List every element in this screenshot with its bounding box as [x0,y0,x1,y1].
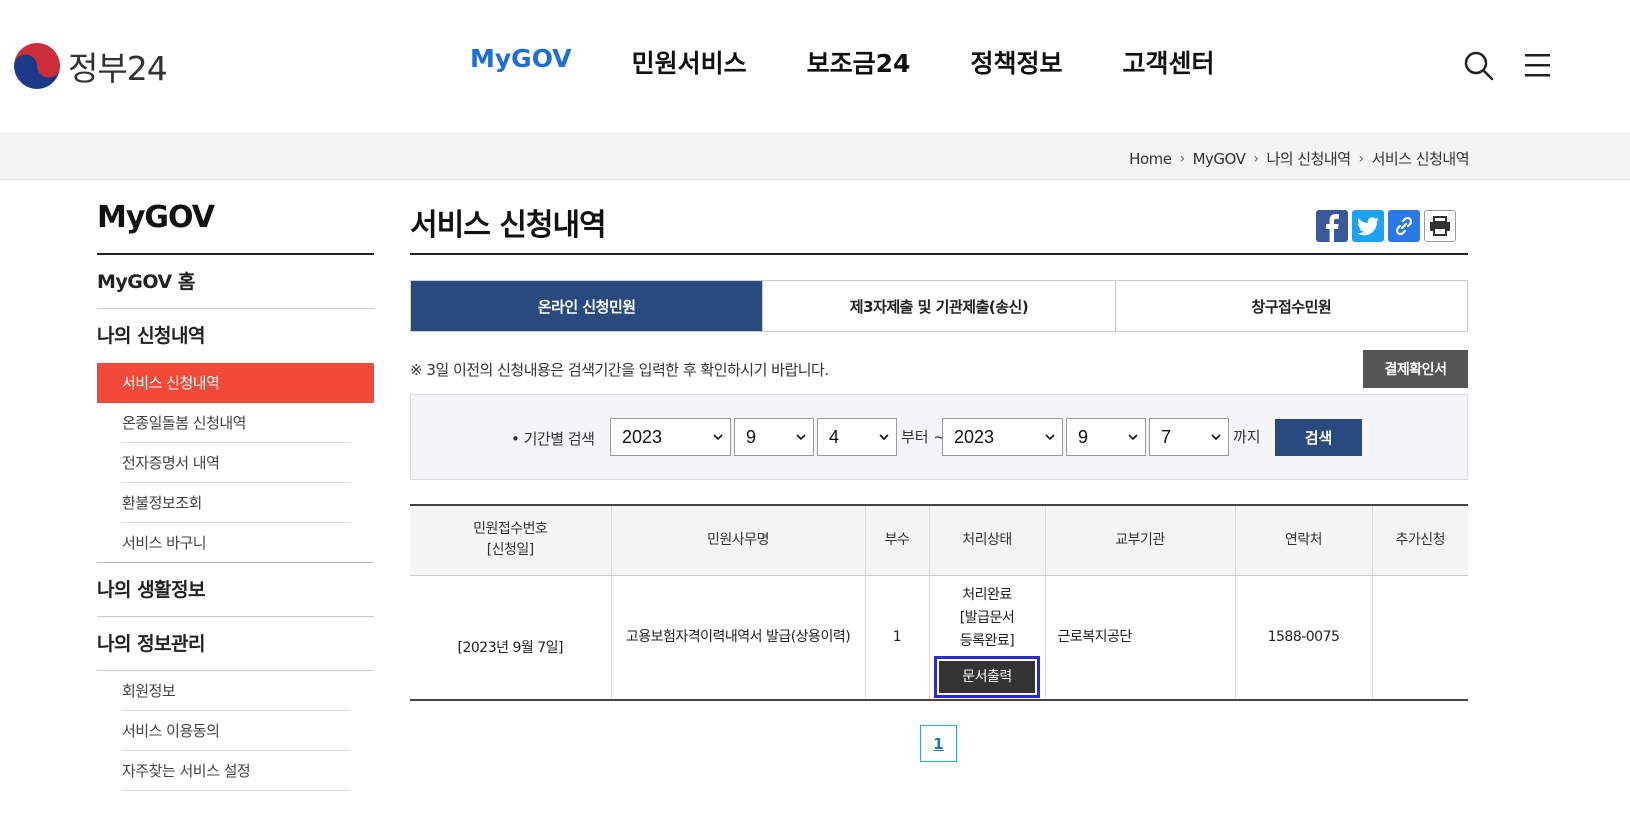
header-status: 처리상태 [929,505,1046,576]
pagination-page[interactable]: 1 [920,725,957,762]
search-notice: ※ 3일 이전의 신청내용은 검색기간을 입력한 후 확인하시기 바랍니다. [410,361,829,379]
from-text: 부터 ~ [901,428,946,446]
page-title: 서비스 신청내역 [410,200,1468,255]
logo-text: 정부24 [68,49,168,88]
application-tabs: 온라인 신청민원 제3자제출 및 기관제출(송신) 창구접수민원 [410,280,1468,332]
period-search-label: • 기간별 검색 [511,430,595,448]
from-year-select[interactable]: 2023 [610,418,731,456]
breadcrumb-current: 서비스 신청내역 [1371,150,1470,168]
header-receipt-no: 민원접수번호 [신청일] [410,505,612,576]
payment-confirmation-button[interactable]: 결제확인서 [1363,350,1468,388]
breadcrumb-mygov[interactable]: MyGOV [1193,150,1246,168]
sidebar-item-allday-care[interactable]: 온종일돌봄 신청내역 [97,403,374,443]
search-icon[interactable] [1463,50,1495,82]
cell-additional [1372,575,1468,700]
sidebar-item-favorite-services[interactable]: 자주찾는 서비스 설정 [97,751,374,791]
cell-contact: 1588-0075 [1235,575,1373,700]
breadcrumb-home[interactable]: Home [1129,150,1172,168]
status-line3: 등록완료] [959,633,1015,650]
link-icon[interactable] [1388,210,1420,242]
from-month-select[interactable]: 9 [734,418,814,456]
header-service-name: 민원사무명 [611,505,866,576]
applications-table: 민원접수번호 [신청일] 민원사무명 부수 처리상태 교부기관 연락처 추가신청 … [410,504,1468,701]
period-search-box: • 기간별 검색 2023 9 4 부터 ~ 2023 9 7 까지 검색 [410,394,1468,480]
to-day-select[interactable]: 7 [1149,418,1229,456]
to-year-value: 2023 [954,427,995,447]
nav-mygov[interactable]: MyGOV [470,44,572,80]
print-document-button[interactable]: 문서출력 [934,656,1040,699]
sidebar-item-service-applications[interactable]: 서비스 신청내역 [97,363,374,403]
cell-status: 처리완료 [발급문서 등록완료] 문서출력 [929,575,1046,700]
header-additional: 추가신청 [1372,505,1468,576]
sidebar-item-mygov-home[interactable]: MyGOV 홈 [97,255,374,309]
sidebar-group-info-management[interactable]: 나의 정보관리 [97,617,374,671]
to-month-select[interactable]: 9 [1066,418,1146,456]
sidebar: MyGOV MyGOV 홈 나의 신청내역 서비스 신청내역 온종일돌봄 신청내… [97,200,374,791]
chevron-down-icon [1211,434,1221,441]
chevron-right-icon: › [1253,150,1259,167]
tab-third-party-submission[interactable]: 제3자제출 및 기관제출(송신) [763,281,1116,331]
taegeuk-logo-icon [14,43,60,89]
tab-counter-applications[interactable]: 창구접수민원 [1115,281,1467,331]
from-day-value: 4 [829,427,840,447]
cell-service-name: 고용보험자격이력내역서 발급(상용이력) [611,575,866,700]
share-toolbar [1316,210,1456,242]
nav-subsidy24[interactable]: 보조금24 [807,44,911,80]
header-copies: 부수 [865,505,930,576]
to-year-select[interactable]: 2023 [942,418,1063,456]
nav-policy-info[interactable]: 정책정보 [970,44,1062,80]
hamburger-menu-icon[interactable] [1522,51,1552,79]
sidebar-title: MyGOV [97,200,374,255]
to-month-value: 9 [1078,427,1089,447]
chevron-down-icon [796,434,806,441]
table-header-row: 민원접수번호 [신청일] 민원사무명 부수 처리상태 교부기관 연락처 추가신청 [410,505,1468,576]
table-row: [2023년 9월 7일] 고용보험자격이력내역서 발급(상용이력) 1 처리완… [410,575,1468,700]
main-content: 서비스 신청내역 온라인 신청민원 제3자제출 및 기관제출(송신) 창구접수민… [410,200,1468,762]
status-line1: 처리완료 [962,587,1012,604]
header-agency: 교부기관 [1045,505,1236,576]
header-contact: 연락처 [1235,505,1373,576]
cell-receipt-date: [2023년 9월 7일] [410,575,612,700]
sidebar-group-life-info[interactable]: 나의 생활정보 [97,563,374,617]
from-year-value: 2023 [622,427,663,447]
sidebar-item-member-info[interactable]: 회원정보 [97,671,374,711]
site-logo[interactable]: 정부24 [14,42,168,90]
chevron-down-icon [879,434,889,441]
chevron-down-icon [1128,434,1138,441]
chevron-right-icon: › [1358,150,1365,167]
facebook-icon[interactable] [1316,210,1348,242]
search-button[interactable]: 검색 [1275,419,1362,456]
nav-civil-service[interactable]: 민원서비스 [632,44,747,80]
cell-agency: 근로복지공단 [1045,575,1236,700]
tab-online-applications[interactable]: 온라인 신청민원 [411,281,764,331]
site-header: 정부24 MyGOV 민원서비스 보조금24 정책정보 고객센터 [0,0,1630,133]
from-month-value: 9 [746,427,757,447]
cell-copies: 1 [865,575,930,700]
print-document-label: 문서출력 [939,661,1035,694]
sidebar-item-service-basket[interactable]: 서비스 바구니 [97,523,374,563]
chevron-down-icon [1045,434,1055,441]
breadcrumb: Home › MyGOV › 나의 신청내역 › 서비스 신청내역 [1129,148,1469,169]
twitter-icon[interactable] [1352,210,1384,242]
to-day-value: 7 [1161,427,1172,447]
from-day-select[interactable]: 4 [817,418,897,456]
to-text: 까지 [1233,428,1261,446]
chevron-down-icon [713,434,723,441]
print-icon[interactable] [1424,210,1456,242]
breadcrumb-my-applications[interactable]: 나의 신청내역 [1266,148,1351,169]
sidebar-item-e-certificates[interactable]: 전자증명서 내역 [97,443,374,483]
status-line2: [발급문서 [959,610,1015,627]
sidebar-group-my-applications[interactable]: 나의 신청내역 [97,309,374,363]
nav-customer-center[interactable]: 고객센터 [1122,44,1214,80]
sidebar-item-refund-info[interactable]: 환불정보조회 [97,483,374,523]
breadcrumb-bar: Home › MyGOV › 나의 신청내역 › 서비스 신청내역 [0,133,1630,180]
sidebar-item-service-consent[interactable]: 서비스 이용동의 [97,711,374,751]
main-nav: MyGOV 민원서비스 보조금24 정책정보 고객센터 [470,44,1214,80]
chevron-right-icon: › [1179,150,1185,167]
